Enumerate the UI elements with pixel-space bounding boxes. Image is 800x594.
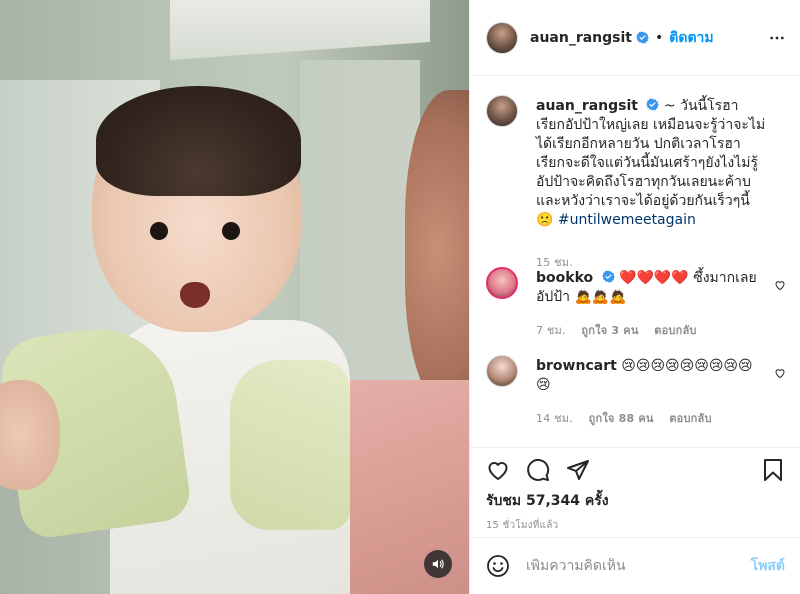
instagram-post-modal: auan_rangsit • ติดตาม auan_rangsit ~ วัน… (0, 0, 800, 594)
comments-list[interactable]: auan_rangsit ~ วันนี้โรฮาเรียกอัปป้าใหญ่… (470, 77, 800, 447)
video-baby-eye-left (150, 222, 168, 240)
share-icon[interactable] (566, 458, 590, 482)
caption-hashtag[interactable]: #untilwemeetagain (558, 212, 696, 228)
video-baby-mouth (180, 282, 210, 308)
more-options-icon[interactable] (769, 30, 785, 46)
video-baby-hair (96, 86, 301, 196)
comment-like-heart-icon[interactable] (774, 367, 786, 379)
caption-text: วันนี้โรฮาเรียกอัปป้าใหญ่เลย เหมือนจะรู้… (536, 98, 766, 228)
caption-suffix: ~ (663, 98, 676, 114)
author-avatar[interactable] (486, 21, 518, 54)
header-separator: • (655, 29, 664, 46)
comment-time[interactable]: 14 ชม. (536, 412, 573, 425)
post-video[interactable] (0, 0, 469, 594)
post-header: auan_rangsit • ติดตาม (470, 0, 800, 76)
verified-badge-icon (601, 270, 615, 283)
comment-likes[interactable]: ถูกใจ 3 คน (581, 324, 638, 337)
video-baby-eye-right (222, 222, 240, 240)
caption-body: auan_rangsit ~ วันนี้โรฮาเรียกอัปป้าใหญ่… (536, 97, 766, 230)
comment-avatar[interactable] (486, 267, 518, 299)
emoji-icon[interactable] (486, 554, 510, 578)
comment-reply-button[interactable]: ตอบกลับ (654, 324, 696, 337)
comment-item: browncart 😢😢😢😢😢😢😢😢😢😢 14 ชม. ถูกใจ 88 คน … (486, 355, 786, 435)
comment-time[interactable]: 7 ชม. (536, 324, 566, 337)
video-baby-right-sleeve (230, 360, 350, 530)
follow-button[interactable]: ติดตาม (669, 27, 713, 49)
caption-username[interactable]: auan_rangsit (536, 98, 638, 114)
comment-item: bookko ❤️❤️❤️❤️ ซึ้งมากเลยอัปป้า 🙇🙇🙇 7 ช… (486, 267, 786, 347)
comment-body: browncart 😢😢😢😢😢😢😢😢😢😢 (536, 357, 766, 395)
comment-like-heart-icon[interactable] (774, 279, 786, 291)
comment-body: bookko ❤️❤️❤️❤️ ซึ้งมากเลยอัปป้า 🙇🙇🙇 (536, 269, 766, 307)
comment-meta: 14 ชม. ถูกใจ 88 คน ตอบกลับ (536, 409, 724, 427)
post-comment-button[interactable]: โพสต์ (751, 555, 785, 577)
comment-reply-button[interactable]: ตอบกลับ (669, 412, 711, 425)
heart-icon[interactable] (486, 458, 510, 482)
mute-icon (432, 559, 444, 569)
mute-button[interactable] (424, 550, 452, 578)
comment-meta: 7 ชม. ถูกใจ 3 คน ตอบกลับ (536, 321, 709, 339)
comment-avatar[interactable] (486, 355, 518, 387)
comment-input[interactable] (526, 558, 751, 574)
comment-likes[interactable]: ถูกใจ 88 คน (589, 412, 654, 425)
verified-badge-icon (636, 31, 649, 44)
comment-composer: โพสต์ (470, 537, 800, 594)
post-caption: auan_rangsit ~ วันนี้โรฮาเรียกอัปป้าใหญ่… (486, 95, 786, 270)
author-username[interactable]: auan_rangsit (530, 30, 632, 46)
posted-timestamp[interactable]: 15 ชั่วโมงที่แล้ว (486, 518, 558, 533)
comment-icon[interactable] (526, 458, 550, 482)
action-bar: รับชม 57,344 ครั้ง 15 ชั่วโมงที่แล้ว (470, 447, 800, 537)
views-count[interactable]: รับชม 57,344 ครั้ง (486, 490, 609, 512)
caption-avatar[interactable] (486, 95, 518, 127)
post-sidebar: auan_rangsit • ติดตาม auan_rangsit ~ วัน… (469, 0, 800, 594)
video-man-face (405, 90, 469, 410)
comment-username[interactable]: browncart (536, 358, 617, 374)
save-icon[interactable] (761, 458, 785, 482)
comment-username[interactable]: bookko (536, 270, 593, 286)
verified-badge-icon (646, 98, 660, 111)
